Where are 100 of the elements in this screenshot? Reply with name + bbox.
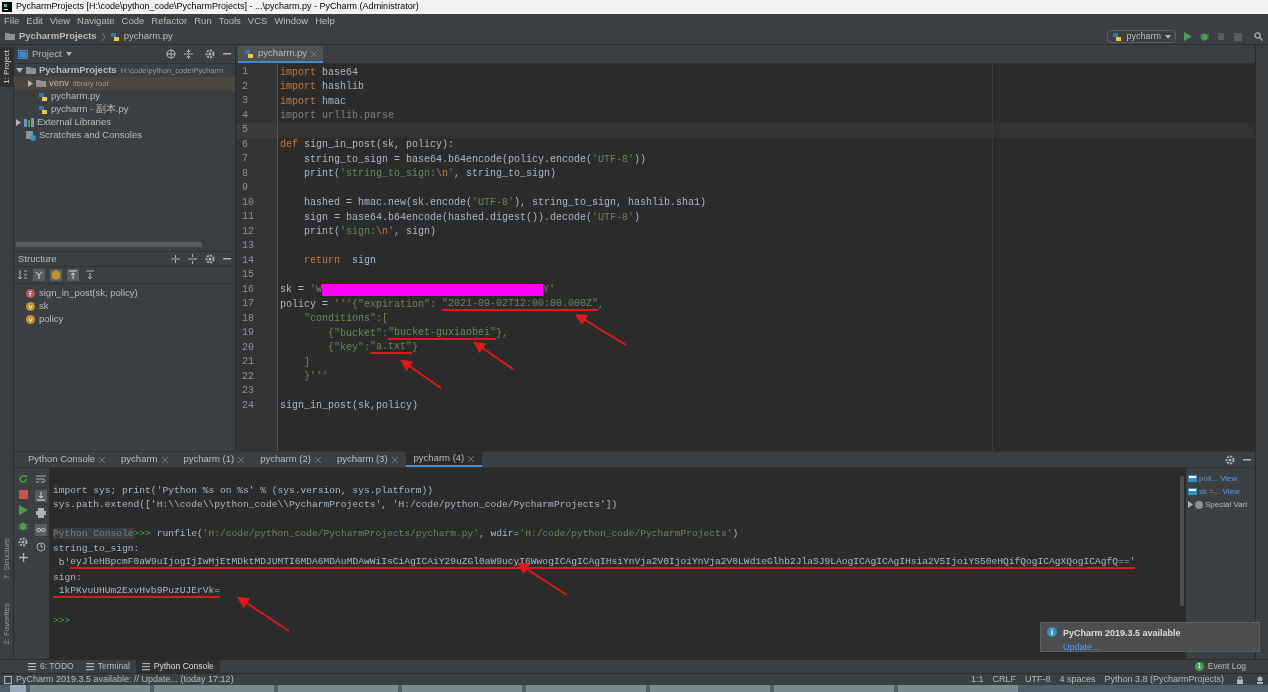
print-icon[interactable] bbox=[35, 508, 46, 518]
collapsed-arrow-icon[interactable] bbox=[1188, 501, 1193, 508]
python-file-icon bbox=[244, 48, 254, 59]
settings-icon[interactable] bbox=[1225, 454, 1235, 465]
collapsed-arrow-icon[interactable] bbox=[16, 119, 21, 126]
variable-group[interactable]: Special Vari bbox=[1205, 498, 1248, 511]
event-log-button[interactable]: Event Log bbox=[1207, 660, 1246, 673]
settings-icon[interactable] bbox=[205, 49, 215, 59]
menu-item[interactable]: Edit bbox=[26, 14, 43, 29]
console-tab[interactable]: pycharm (2) bbox=[252, 452, 329, 467]
menu-item[interactable]: VCS bbox=[247, 14, 268, 29]
structure-item[interactable]: policy bbox=[39, 312, 64, 327]
close-icon[interactable] bbox=[391, 456, 398, 463]
update-link[interactable]: Update... bbox=[1063, 640, 1181, 654]
coverage-icon[interactable] bbox=[1217, 32, 1226, 41]
status-item[interactable]: 4 spaces bbox=[1059, 672, 1096, 687]
scroll-to-end-icon[interactable] bbox=[34, 490, 47, 502]
run-configuration-dropdown[interactable]: pycharm bbox=[1107, 30, 1176, 43]
breadcrumb[interactable]: pycharm.py bbox=[123, 29, 173, 44]
search-icon[interactable] bbox=[1254, 32, 1263, 41]
stop-icon[interactable] bbox=[18, 490, 28, 499]
scroll-from-source-icon[interactable] bbox=[84, 269, 96, 281]
view-link[interactable]: View bbox=[1220, 472, 1238, 485]
dropdown-caret-icon[interactable] bbox=[65, 52, 72, 56]
settings-icon[interactable] bbox=[205, 254, 215, 264]
python-file-icon bbox=[38, 91, 48, 102]
close-icon[interactable] bbox=[238, 456, 245, 463]
tool-window-tab[interactable]: 1: Project bbox=[0, 47, 14, 87]
status-item[interactable]: UTF-8 bbox=[1024, 672, 1051, 687]
status-message[interactable]: PyCharm 2019.3.5 available: // Update... (today 17:12) bbox=[16, 672, 959, 687]
line-number: 5 bbox=[242, 124, 248, 135]
show-inherited-icon[interactable] bbox=[33, 269, 45, 281]
tree-item-label[interactable]: PycharmProjects bbox=[39, 63, 117, 78]
crosshair-icon[interactable] bbox=[166, 49, 176, 59]
variable-name[interactable]: sk =... bbox=[1199, 485, 1221, 498]
run-icon[interactable] bbox=[18, 505, 28, 515]
collapse-all-icon[interactable] bbox=[188, 254, 197, 264]
menu-item[interactable]: Help bbox=[315, 14, 335, 29]
close-icon[interactable] bbox=[468, 455, 475, 462]
bug-icon[interactable] bbox=[1200, 32, 1209, 41]
vertical-scrollbar[interactable] bbox=[1180, 476, 1184, 606]
minimize-icon[interactable] bbox=[1243, 458, 1251, 461]
expand-all-icon[interactable] bbox=[171, 254, 180, 264]
scroll-to-source-icon[interactable] bbox=[67, 269, 79, 281]
add-icon[interactable] bbox=[18, 553, 28, 562]
menu-item[interactable]: Run bbox=[194, 14, 212, 29]
tree-item-label[interactable]: pycharm.py bbox=[51, 89, 101, 104]
project-panel-title[interactable]: Project bbox=[32, 46, 62, 62]
view-link[interactable]: View bbox=[1222, 485, 1240, 498]
inspector-icon[interactable] bbox=[1256, 675, 1264, 684]
status-item[interactable]: CRLF bbox=[992, 672, 1016, 687]
tree-item-label[interactable]: External Libraries bbox=[37, 115, 111, 130]
breadcrumb[interactable]: PycharmProjects bbox=[19, 29, 97, 44]
close-icon[interactable] bbox=[99, 456, 106, 463]
soft-wrap-icon[interactable] bbox=[35, 474, 46, 484]
horizontal-scrollbar[interactable] bbox=[16, 242, 202, 247]
console-tab[interactable]: Python Console bbox=[20, 452, 114, 467]
menu-item[interactable]: Window bbox=[274, 14, 309, 29]
close-icon[interactable] bbox=[161, 456, 168, 463]
tree-item-label[interactable]: venv bbox=[49, 76, 70, 91]
tool-window-tab[interactable]: 7: Structure bbox=[0, 535, 14, 583]
folder-icon bbox=[5, 32, 15, 41]
rerun-icon[interactable] bbox=[18, 474, 28, 484]
console-tab[interactable]: pycharm (4) bbox=[405, 452, 483, 467]
status-item[interactable]: 1:1 bbox=[970, 672, 984, 687]
tool-window-tab[interactable]: 2: Favorites bbox=[0, 600, 14, 648]
tree-item-label[interactable]: pycharm - 副本.py bbox=[51, 102, 129, 117]
menu-item[interactable]: File bbox=[4, 14, 20, 29]
window-icon[interactable] bbox=[4, 675, 12, 684]
collapsed-arrow-icon[interactable] bbox=[28, 80, 33, 87]
settings-icon[interactable] bbox=[18, 537, 28, 547]
console-tab[interactable]: pycharm (3) bbox=[328, 452, 406, 467]
tool-window-tab[interactable]: Python Console bbox=[135, 660, 220, 673]
show-fields-icon[interactable] bbox=[50, 269, 62, 281]
console-tab[interactable]: pycharm (1) bbox=[175, 452, 253, 467]
expanded-arrow-icon[interactable] bbox=[16, 68, 23, 73]
menu-item[interactable]: Tools bbox=[218, 14, 241, 29]
bug-icon[interactable] bbox=[18, 521, 28, 531]
menu-item[interactable]: Code bbox=[121, 14, 145, 29]
editor-tab[interactable]: pycharm.py bbox=[238, 46, 324, 63]
tree-item-label[interactable]: Scratches and Consoles bbox=[39, 128, 142, 143]
collapse-all-icon[interactable] bbox=[184, 49, 193, 59]
tool-window-tab[interactable]: 6: TODO bbox=[22, 660, 80, 673]
menu-item[interactable]: Navigate bbox=[77, 14, 115, 29]
infinity-icon[interactable] bbox=[34, 524, 47, 536]
stop-icon[interactable] bbox=[1234, 32, 1242, 41]
lock-icon[interactable] bbox=[1236, 675, 1244, 684]
structure-item[interactable]: sign_in_post(sk, policy) bbox=[39, 286, 138, 301]
run-icon[interactable] bbox=[1184, 32, 1192, 41]
structure-item[interactable]: sk bbox=[39, 299, 49, 314]
menu-item[interactable]: View bbox=[49, 14, 71, 29]
clock-icon[interactable] bbox=[35, 542, 46, 552]
sort-icon[interactable] bbox=[18, 270, 28, 280]
console-tab[interactable]: pycharm bbox=[113, 452, 176, 467]
variable-name[interactable]: poli... bbox=[1199, 472, 1219, 485]
menu-item[interactable]: Refactor bbox=[151, 14, 188, 29]
tool-window-tab[interactable]: Terminal bbox=[79, 660, 136, 673]
close-icon[interactable] bbox=[314, 456, 321, 463]
close-icon[interactable] bbox=[311, 50, 318, 57]
status-item[interactable]: Python 3.8 (PycharmProjects) bbox=[1104, 672, 1224, 687]
